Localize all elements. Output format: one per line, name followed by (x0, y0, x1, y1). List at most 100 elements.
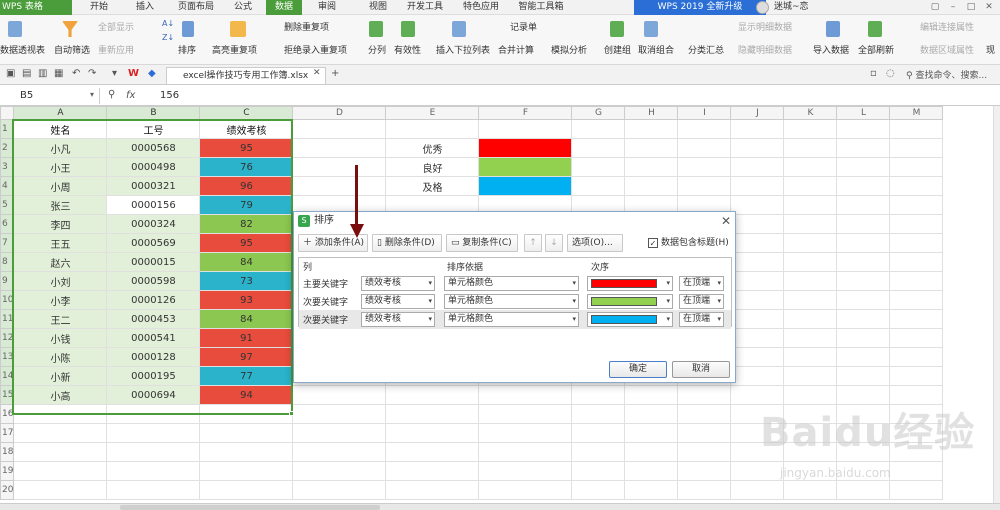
tab-2[interactable]: 页面布局 (172, 0, 220, 15)
position-select[interactable]: 在顶端 ▾ (679, 312, 724, 327)
row-header[interactable]: 17 (0, 423, 15, 443)
cell[interactable] (889, 271, 944, 291)
cell[interactable] (836, 271, 891, 291)
cell[interactable] (836, 347, 891, 367)
cell[interactable] (889, 290, 944, 310)
color-key-swatch[interactable] (478, 157, 573, 177)
cell[interactable] (836, 309, 891, 329)
cell[interactable]: 84 (199, 252, 294, 272)
cell[interactable] (292, 138, 387, 158)
cell[interactable]: 94 (199, 385, 294, 405)
cell[interactable] (13, 461, 108, 481)
cell[interactable] (730, 214, 785, 234)
cell[interactable] (13, 442, 108, 462)
cell[interactable] (385, 119, 480, 139)
cell[interactable] (730, 271, 785, 291)
cell[interactable]: 96 (199, 176, 294, 196)
row-header[interactable]: 4 (0, 176, 15, 196)
cell[interactable] (571, 385, 626, 405)
sort-az-icon[interactable]: A↓ (162, 19, 174, 28)
row-header[interactable]: 13 (0, 347, 15, 367)
cell[interactable]: 76 (199, 157, 294, 177)
cell[interactable]: 95 (199, 138, 294, 158)
undo-icon[interactable]: ↶ (72, 68, 80, 79)
cell[interactable] (292, 442, 387, 462)
close-tab-icon[interactable]: ✕ (313, 68, 321, 78)
cell[interactable] (624, 461, 679, 481)
cell[interactable] (730, 328, 785, 348)
cell[interactable] (677, 423, 732, 443)
cell[interactable] (783, 290, 838, 310)
cell[interactable] (385, 461, 480, 481)
cell[interactable]: 小李 (13, 290, 108, 310)
cell[interactable] (624, 176, 679, 196)
range-properties-button[interactable]: 数据区域属性 (920, 43, 974, 56)
cell[interactable] (292, 176, 387, 196)
wps-logo-icon[interactable]: W (128, 68, 139, 79)
cell[interactable] (478, 404, 573, 424)
cloud-icon[interactable]: ◆ (148, 68, 156, 79)
cell[interactable]: 0000195 (106, 366, 201, 386)
cell[interactable]: 小高 (13, 385, 108, 405)
cell[interactable]: 93 (199, 290, 294, 310)
column-header-G[interactable]: G (571, 106, 626, 120)
column-header-B[interactable]: B (106, 106, 201, 120)
cell[interactable] (889, 195, 944, 215)
cell[interactable] (385, 404, 480, 424)
delete-condition-button[interactable]: ▯ 删除条件(D) (372, 234, 442, 252)
row-header[interactable]: 7 (0, 233, 15, 253)
cell[interactable] (624, 404, 679, 424)
color-select[interactable]: ▾ (587, 294, 673, 309)
cell[interactable]: 79 (199, 195, 294, 215)
app-menu-button[interactable]: WPS 表格 (0, 0, 72, 15)
name-box[interactable]: B5 (0, 88, 100, 104)
cell[interactable] (677, 442, 732, 462)
cell[interactable] (106, 461, 201, 481)
column-header-H[interactable]: H (624, 106, 679, 120)
column-header-M[interactable]: M (889, 106, 944, 120)
split-column-button[interactable]: 分列 (368, 43, 386, 56)
cell[interactable] (836, 214, 891, 234)
row-header[interactable]: 15 (0, 385, 15, 405)
cell[interactable]: 0000324 (106, 214, 201, 234)
cell[interactable]: 91 (199, 328, 294, 348)
column-header-L[interactable]: L (836, 106, 891, 120)
tab-1[interactable]: 插入 (130, 0, 160, 15)
tab-9[interactable]: 智能工具箱 (511, 0, 571, 15)
key-column-select[interactable]: 绩效考核 ▾ (361, 294, 435, 309)
cell[interactable] (106, 442, 201, 462)
cell[interactable]: 小凡 (13, 138, 108, 158)
cell[interactable] (199, 404, 294, 424)
key-column-select[interactable]: 绩效考核 ▾ (361, 312, 435, 327)
cell[interactable] (889, 138, 944, 158)
cell[interactable] (730, 366, 785, 386)
consolidate-button[interactable]: 合并计算 (498, 43, 534, 56)
cell[interactable]: 小周 (13, 176, 108, 196)
print-icon[interactable]: ▥ (38, 68, 47, 79)
insert-dropdown-button[interactable]: 插入下拉列表 (436, 43, 490, 56)
cell[interactable] (783, 252, 838, 272)
cell[interactable] (106, 480, 201, 500)
cell[interactable]: 小钱 (13, 328, 108, 348)
row-header[interactable]: 8 (0, 252, 15, 272)
tab-6[interactable]: 视图 (359, 0, 397, 15)
cell[interactable] (292, 404, 387, 424)
horizontal-scroll-thumb[interactable] (120, 505, 380, 510)
column-header-E[interactable]: E (385, 106, 480, 120)
sort-za-icon[interactable]: Z↓ (162, 33, 174, 42)
row-header[interactable]: 16 (0, 404, 15, 424)
autofilter-button[interactable]: 自动筛选 (54, 43, 90, 56)
cell[interactable]: 张三 (13, 195, 108, 215)
cell[interactable] (677, 461, 732, 481)
color-select[interactable]: ▾ (587, 276, 673, 291)
cell[interactable] (13, 404, 108, 424)
cell[interactable] (730, 195, 785, 215)
vertical-scrollbar[interactable] (993, 106, 1000, 503)
color-select[interactable]: ▾ (587, 312, 673, 327)
tab-3[interactable]: 公式 (228, 0, 258, 15)
name-box-dropdown-icon[interactable]: ▾ (90, 90, 94, 99)
cell[interactable]: 小新 (13, 366, 108, 386)
redo-icon[interactable]: ↷ (88, 68, 96, 79)
cell[interactable] (571, 157, 626, 177)
row-header[interactable]: 11 (0, 309, 15, 329)
